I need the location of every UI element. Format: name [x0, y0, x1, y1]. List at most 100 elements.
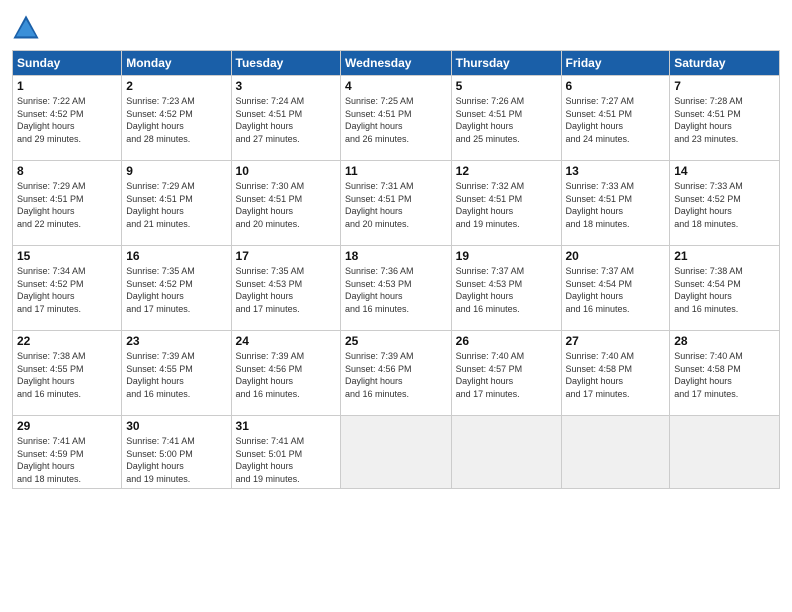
- day-info: Sunrise: 7:38 AMSunset: 4:54 PMDaylight …: [674, 265, 775, 315]
- col-header-thursday: Thursday: [451, 51, 561, 76]
- calendar-week-4: 22 Sunrise: 7:38 AMSunset: 4:55 PMDaylig…: [13, 331, 780, 416]
- day-info: Sunrise: 7:25 AMSunset: 4:51 PMDaylight …: [345, 95, 447, 145]
- calendar-cell: 12 Sunrise: 7:32 AMSunset: 4:51 PMDaylig…: [451, 161, 561, 246]
- day-info: Sunrise: 7:41 AMSunset: 5:01 PMDaylight …: [236, 435, 336, 485]
- day-info: Sunrise: 7:35 AMSunset: 4:52 PMDaylight …: [126, 265, 226, 315]
- day-info: Sunrise: 7:40 AMSunset: 4:58 PMDaylight …: [674, 350, 775, 400]
- day-info: Sunrise: 7:35 AMSunset: 4:53 PMDaylight …: [236, 265, 336, 315]
- calendar-cell: 15 Sunrise: 7:34 AMSunset: 4:52 PMDaylig…: [13, 246, 122, 331]
- calendar-cell: 13 Sunrise: 7:33 AMSunset: 4:51 PMDaylig…: [561, 161, 670, 246]
- calendar-week-5: 29 Sunrise: 7:41 AMSunset: 4:59 PMDaylig…: [13, 416, 780, 489]
- calendar-cell: 9 Sunrise: 7:29 AMSunset: 4:51 PMDayligh…: [122, 161, 231, 246]
- day-number: 21: [674, 249, 775, 263]
- day-number: 25: [345, 334, 447, 348]
- day-info: Sunrise: 7:41 AMSunset: 4:59 PMDaylight …: [17, 435, 117, 485]
- day-number: 3: [236, 79, 336, 93]
- calendar-cell: 26 Sunrise: 7:40 AMSunset: 4:57 PMDaylig…: [451, 331, 561, 416]
- calendar-week-2: 8 Sunrise: 7:29 AMSunset: 4:51 PMDayligh…: [13, 161, 780, 246]
- calendar-cell: 5 Sunrise: 7:26 AMSunset: 4:51 PMDayligh…: [451, 76, 561, 161]
- day-info: Sunrise: 7:39 AMSunset: 4:56 PMDaylight …: [345, 350, 447, 400]
- day-number: 23: [126, 334, 226, 348]
- day-number: 12: [456, 164, 557, 178]
- calendar-week-3: 15 Sunrise: 7:34 AMSunset: 4:52 PMDaylig…: [13, 246, 780, 331]
- logo-icon: [12, 14, 40, 42]
- day-number: 29: [17, 419, 117, 433]
- calendar-header-row: SundayMondayTuesdayWednesdayThursdayFrid…: [13, 51, 780, 76]
- day-info: Sunrise: 7:38 AMSunset: 4:55 PMDaylight …: [17, 350, 117, 400]
- day-number: 17: [236, 249, 336, 263]
- day-number: 15: [17, 249, 117, 263]
- col-header-tuesday: Tuesday: [231, 51, 340, 76]
- day-info: Sunrise: 7:40 AMSunset: 4:58 PMDaylight …: [566, 350, 666, 400]
- calendar-cell: 27 Sunrise: 7:40 AMSunset: 4:58 PMDaylig…: [561, 331, 670, 416]
- calendar-cell: [451, 416, 561, 489]
- page-container: SundayMondayTuesdayWednesdayThursdayFrid…: [0, 0, 792, 497]
- calendar-cell: [670, 416, 780, 489]
- calendar-cell: 24 Sunrise: 7:39 AMSunset: 4:56 PMDaylig…: [231, 331, 340, 416]
- calendar-cell: 10 Sunrise: 7:30 AMSunset: 4:51 PMDaylig…: [231, 161, 340, 246]
- day-number: 30: [126, 419, 226, 433]
- day-info: Sunrise: 7:29 AMSunset: 4:51 PMDaylight …: [126, 180, 226, 230]
- calendar-cell: 6 Sunrise: 7:27 AMSunset: 4:51 PMDayligh…: [561, 76, 670, 161]
- calendar-cell: 25 Sunrise: 7:39 AMSunset: 4:56 PMDaylig…: [341, 331, 452, 416]
- calendar-table: SundayMondayTuesdayWednesdayThursdayFrid…: [12, 50, 780, 489]
- calendar-cell: [561, 416, 670, 489]
- col-header-wednesday: Wednesday: [341, 51, 452, 76]
- day-number: 18: [345, 249, 447, 263]
- calendar-cell: 31 Sunrise: 7:41 AMSunset: 5:01 PMDaylig…: [231, 416, 340, 489]
- calendar-cell: 8 Sunrise: 7:29 AMSunset: 4:51 PMDayligh…: [13, 161, 122, 246]
- day-info: Sunrise: 7:33 AMSunset: 4:51 PMDaylight …: [566, 180, 666, 230]
- day-info: Sunrise: 7:27 AMSunset: 4:51 PMDaylight …: [566, 95, 666, 145]
- calendar-cell: 3 Sunrise: 7:24 AMSunset: 4:51 PMDayligh…: [231, 76, 340, 161]
- day-info: Sunrise: 7:26 AMSunset: 4:51 PMDaylight …: [456, 95, 557, 145]
- col-header-monday: Monday: [122, 51, 231, 76]
- day-number: 28: [674, 334, 775, 348]
- day-info: Sunrise: 7:28 AMSunset: 4:51 PMDaylight …: [674, 95, 775, 145]
- calendar-cell: 18 Sunrise: 7:36 AMSunset: 4:53 PMDaylig…: [341, 246, 452, 331]
- calendar-cell: 28 Sunrise: 7:40 AMSunset: 4:58 PMDaylig…: [670, 331, 780, 416]
- day-info: Sunrise: 7:29 AMSunset: 4:51 PMDaylight …: [17, 180, 117, 230]
- day-info: Sunrise: 7:24 AMSunset: 4:51 PMDaylight …: [236, 95, 336, 145]
- day-number: 6: [566, 79, 666, 93]
- calendar-cell: 7 Sunrise: 7:28 AMSunset: 4:51 PMDayligh…: [670, 76, 780, 161]
- day-number: 11: [345, 164, 447, 178]
- day-info: Sunrise: 7:36 AMSunset: 4:53 PMDaylight …: [345, 265, 447, 315]
- day-info: Sunrise: 7:37 AMSunset: 4:53 PMDaylight …: [456, 265, 557, 315]
- day-number: 7: [674, 79, 775, 93]
- calendar-cell: 2 Sunrise: 7:23 AMSunset: 4:52 PMDayligh…: [122, 76, 231, 161]
- day-info: Sunrise: 7:22 AMSunset: 4:52 PMDaylight …: [17, 95, 117, 145]
- day-info: Sunrise: 7:23 AMSunset: 4:52 PMDaylight …: [126, 95, 226, 145]
- day-info: Sunrise: 7:31 AMSunset: 4:51 PMDaylight …: [345, 180, 447, 230]
- calendar-cell: [341, 416, 452, 489]
- day-number: 27: [566, 334, 666, 348]
- calendar-cell: 16 Sunrise: 7:35 AMSunset: 4:52 PMDaylig…: [122, 246, 231, 331]
- day-number: 10: [236, 164, 336, 178]
- calendar-cell: 17 Sunrise: 7:35 AMSunset: 4:53 PMDaylig…: [231, 246, 340, 331]
- calendar-week-1: 1 Sunrise: 7:22 AMSunset: 4:52 PMDayligh…: [13, 76, 780, 161]
- day-number: 19: [456, 249, 557, 263]
- day-info: Sunrise: 7:40 AMSunset: 4:57 PMDaylight …: [456, 350, 557, 400]
- col-header-sunday: Sunday: [13, 51, 122, 76]
- day-info: Sunrise: 7:41 AMSunset: 5:00 PMDaylight …: [126, 435, 226, 485]
- calendar-cell: 1 Sunrise: 7:22 AMSunset: 4:52 PMDayligh…: [13, 76, 122, 161]
- day-info: Sunrise: 7:32 AMSunset: 4:51 PMDaylight …: [456, 180, 557, 230]
- day-number: 8: [17, 164, 117, 178]
- day-info: Sunrise: 7:39 AMSunset: 4:55 PMDaylight …: [126, 350, 226, 400]
- day-number: 13: [566, 164, 666, 178]
- day-number: 22: [17, 334, 117, 348]
- day-number: 26: [456, 334, 557, 348]
- calendar-cell: 30 Sunrise: 7:41 AMSunset: 5:00 PMDaylig…: [122, 416, 231, 489]
- day-number: 9: [126, 164, 226, 178]
- day-number: 14: [674, 164, 775, 178]
- calendar-cell: 14 Sunrise: 7:33 AMSunset: 4:52 PMDaylig…: [670, 161, 780, 246]
- day-number: 1: [17, 79, 117, 93]
- day-number: 31: [236, 419, 336, 433]
- calendar-cell: 21 Sunrise: 7:38 AMSunset: 4:54 PMDaylig…: [670, 246, 780, 331]
- col-header-friday: Friday: [561, 51, 670, 76]
- day-info: Sunrise: 7:33 AMSunset: 4:52 PMDaylight …: [674, 180, 775, 230]
- calendar-cell: 29 Sunrise: 7:41 AMSunset: 4:59 PMDaylig…: [13, 416, 122, 489]
- logo: [12, 14, 44, 42]
- day-number: 2: [126, 79, 226, 93]
- calendar-cell: 22 Sunrise: 7:38 AMSunset: 4:55 PMDaylig…: [13, 331, 122, 416]
- day-info: Sunrise: 7:34 AMSunset: 4:52 PMDaylight …: [17, 265, 117, 315]
